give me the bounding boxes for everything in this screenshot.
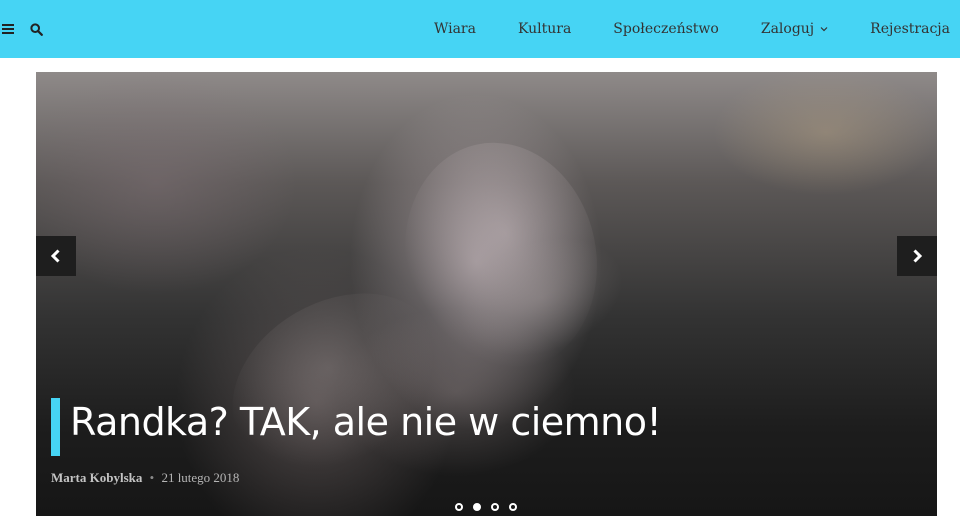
search-icon [29, 22, 43, 36]
title-accent-bar [51, 398, 60, 456]
nav-item-label: Zaloguj [760, 21, 815, 37]
nav-item-label: Wiara [433, 21, 476, 37]
slider-dot-4[interactable] [509, 503, 517, 511]
nav-item-wiara[interactable]: Wiara [434, 21, 476, 37]
slider-next-button[interactable] [897, 236, 937, 276]
chevron-right-icon [913, 249, 923, 263]
slide-title[interactable]: Randka? TAK, ale nie w ciemno! [70, 400, 662, 444]
slider-dot-3[interactable] [491, 503, 499, 511]
author-link[interactable]: Marta Kobylska [51, 470, 142, 485]
meta-separator: • [149, 470, 155, 485]
nav-item-spoleczenstwo[interactable]: Społeczeństwo [613, 21, 719, 37]
chevron-down-icon [820, 26, 828, 32]
slide-meta: Marta Kobylska • 21 lutego 2018 [51, 470, 239, 486]
nav-item-rejestracja[interactable]: Rejestracja [870, 21, 950, 37]
nav-item-zaloguj[interactable]: Zaloguj [761, 21, 828, 37]
slider-prev-button[interactable] [36, 236, 76, 276]
chevron-left-icon [50, 249, 60, 263]
nav-item-label: Kultura [517, 21, 572, 37]
slider-dot-1[interactable] [455, 503, 463, 511]
slide-image [36, 72, 937, 516]
slider-pagination [455, 503, 527, 511]
hamburger-icon [2, 24, 14, 34]
post-date: 21 lutego 2018 [161, 470, 240, 485]
search-button[interactable] [28, 21, 44, 37]
top-navigation-bar: Wiara Kultura Społeczeństwo Zaloguj Reje… [0, 0, 960, 58]
slider-dot-2[interactable] [473, 503, 481, 511]
menu-button[interactable] [0, 21, 16, 37]
nav-item-label: Rejestracja [870, 21, 950, 37]
nav-item-kultura[interactable]: Kultura [518, 21, 571, 37]
featured-slider[interactable]: Randka? TAK, ale nie w ciemno! Marta Kob… [36, 72, 937, 516]
nav-item-label: Społeczeństwo [613, 21, 719, 37]
main-nav: Wiara Kultura Społeczeństwo Zaloguj Reje… [434, 0, 950, 58]
